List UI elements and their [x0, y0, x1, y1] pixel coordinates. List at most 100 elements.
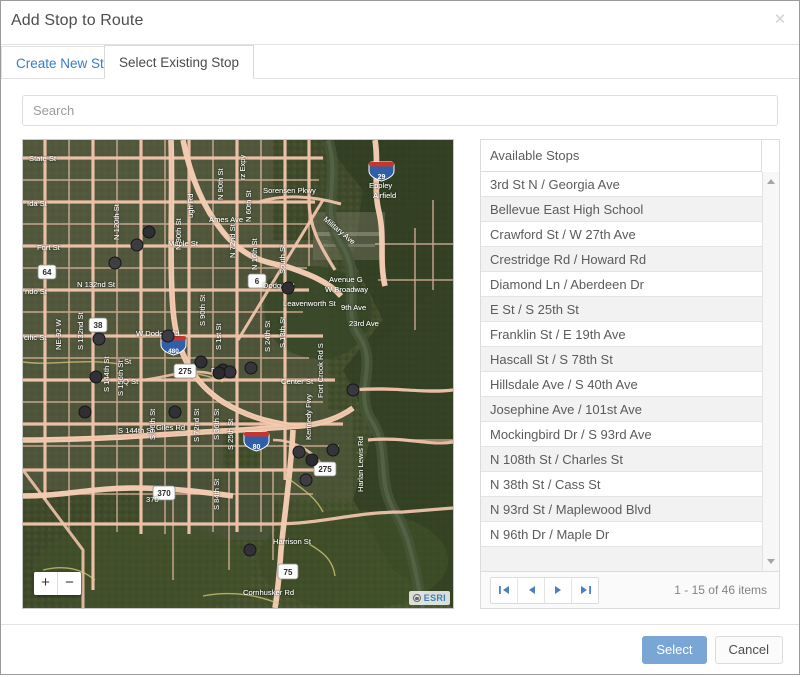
zoom-in-button[interactable]: + [34, 572, 57, 595]
svg-text:Harlan Lewis Rd: Harlan Lewis Rd [356, 436, 365, 492]
stops-list-scrollbar[interactable] [762, 172, 779, 571]
svg-text:Q St: Q St [123, 377, 139, 386]
svg-text:S 90th St: S 90th St [198, 294, 207, 326]
svg-text:N 60th St: N 60th St [244, 189, 253, 222]
svg-text:S 132nd St: S 132nd St [76, 312, 85, 350]
svg-text:W Broadway: W Broadway [325, 285, 368, 294]
list-item[interactable]: N 108th St / Charles St [481, 447, 762, 472]
list-item[interactable]: Crestridge Rd / Howard Rd [481, 247, 762, 272]
svg-text:cific St: cific St [24, 333, 47, 342]
svg-text:370: 370 [157, 489, 171, 498]
stops-list: 3rd St N / Georgia Ave Bellevue East Hig… [481, 172, 779, 571]
svg-text:S 25th St: S 25th St [226, 418, 235, 450]
add-stop-dialog: Add Stop to Route ✕ Create New Stop Sele… [0, 0, 800, 675]
svg-text:N 16th St: N 16th St [250, 237, 259, 270]
svg-text:Fort Crook Rd S: Fort Crook Rd S [316, 343, 325, 398]
list-item[interactable]: Hillsdale Ave / S 40th Ave [481, 372, 762, 397]
go-to-first-page-icon[interactable] [491, 578, 517, 603]
svg-text:ndo St: ndo St [25, 287, 48, 296]
select-button[interactable]: Select [642, 636, 706, 664]
svg-text:N 132nd St: N 132nd St [77, 280, 116, 289]
list-item[interactable]: N 93rd St / Maplewood Blvd [481, 497, 762, 522]
pagination-info: 1 - 15 of 46 items [674, 583, 767, 597]
map-canvas: 64 6 38 275 [23, 140, 453, 608]
svg-text:South St: South St [278, 244, 287, 274]
list-item[interactable]: Diamond Ln / Aberdeen Dr [481, 272, 762, 297]
map-viewport[interactable]: 64 6 38 275 [22, 139, 454, 609]
svg-text:Giles Rd: Giles Rd [156, 423, 185, 432]
svg-text:Leavenworth St: Leavenworth St [283, 299, 337, 308]
dialog-footer: Select Cancel [1, 624, 799, 674]
pagination-bar: 1 - 15 of 46 items [481, 571, 779, 608]
list-item-partial[interactable] [481, 547, 762, 571]
esri-attribution[interactable]: ESRI [409, 591, 450, 605]
svg-text:Fort St: Fort St [37, 243, 61, 252]
svg-text:S 72nd St: S 72nd St [192, 408, 201, 442]
svg-text:S 84th St: S 84th St [212, 478, 221, 510]
search-row [22, 95, 778, 126]
go-to-previous-page-icon[interactable] [517, 578, 544, 603]
svg-text:Avenue G: Avenue G [329, 275, 363, 284]
list-item[interactable]: Crawford St / W 27th Ave [481, 222, 762, 247]
svg-text:N 72nd St: N 72nd St [228, 223, 237, 258]
list-item[interactable]: N 38th St / Cass St [481, 472, 762, 497]
map-zoom-controls: + − [34, 572, 81, 595]
svg-text:S 24th St: S 24th St [263, 320, 272, 352]
svg-text:64: 64 [43, 268, 52, 277]
svg-text:S 156th St: S 156th St [116, 360, 125, 396]
svg-text:38: 38 [94, 321, 103, 330]
list-item[interactable]: 3rd St N / Georgia Ave [481, 172, 762, 197]
svg-text:Sorensen Pkwy: Sorensen Pkwy [263, 186, 316, 195]
scroll-down-arrow-icon[interactable] [763, 554, 779, 569]
svg-text:Airfield: Airfield [373, 191, 396, 200]
available-stops-header: Available Stops [481, 140, 779, 172]
zoom-out-button[interactable]: − [57, 572, 81, 595]
pagination-buttons [490, 577, 599, 604]
search-input[interactable] [22, 95, 778, 126]
esri-attribution-label: ESRI [424, 591, 446, 605]
svg-text:Ida St: Ida St [27, 199, 48, 208]
page-title: Add Stop to Route [11, 12, 143, 30]
svg-text:75: 75 [284, 568, 293, 577]
dialog-body: 64 6 38 275 [1, 95, 799, 609]
svg-text:23rd Ave: 23rd Ave [349, 319, 379, 328]
svg-text:rz Expy: rz Expy [238, 154, 247, 180]
stops-list-rows: 3rd St N / Georgia Ave Bellevue East Hig… [481, 172, 762, 571]
list-item[interactable]: Josephine Ave / 101st Ave [481, 397, 762, 422]
svg-text:Ames Ave: Ames Ave [209, 215, 243, 224]
list-item[interactable]: Hascall St / S 78th St [481, 347, 762, 372]
svg-text:S 96th St: S 96th St [148, 408, 157, 440]
scroll-up-arrow-icon[interactable] [763, 174, 779, 189]
svg-text:29: 29 [378, 174, 386, 181]
list-item[interactable]: Bellevue East High School [481, 197, 762, 222]
scrollbar-thumb[interactable] [765, 191, 777, 311]
svg-text:6: 6 [255, 277, 260, 286]
list-item[interactable]: Mockingbird Dr / S 93rd Ave [481, 422, 762, 447]
go-to-next-page-icon[interactable] [544, 578, 571, 603]
svg-text:Maple St: Maple St [168, 239, 199, 248]
svg-text:Cornhusker Rd: Cornhusker Rd [243, 588, 294, 597]
svg-text:S 144th St: S 144th St [102, 356, 111, 392]
list-item[interactable]: N 96th Dr / Maple Dr [481, 522, 762, 547]
list-item[interactable]: E St / S 25th St [481, 297, 762, 322]
svg-text:S 36th St: S 36th St [212, 408, 221, 440]
panes: 64 6 38 275 [22, 139, 778, 609]
go-to-last-page-icon[interactable] [571, 578, 598, 603]
cancel-button[interactable]: Cancel [715, 636, 783, 664]
svg-text:State St: State St [29, 154, 57, 163]
close-icon[interactable]: ✕ [769, 9, 791, 31]
tab-select-existing-stop[interactable]: Select Existing Stop [104, 45, 254, 79]
svg-text:275: 275 [178, 367, 192, 376]
tabstrip: Create New Stop Select Existing Stop [1, 45, 799, 79]
svg-text:Center St: Center St [281, 377, 314, 386]
list-item[interactable]: Franklin St / E 19th Ave [481, 322, 762, 347]
svg-text:370: 370 [146, 495, 159, 504]
svg-text:Eppley: Eppley [369, 181, 392, 190]
svg-text:S 13th St: S 13th St [278, 316, 287, 348]
svg-text:80: 80 [253, 444, 261, 451]
svg-text:S 1st St: S 1st St [214, 323, 223, 350]
esri-logo-icon [413, 594, 421, 602]
svg-text:NE-92 W: NE-92 W [54, 318, 63, 350]
svg-text:Harrison St: Harrison St [273, 537, 312, 546]
svg-text:N 90th St: N 90th St [174, 217, 183, 250]
